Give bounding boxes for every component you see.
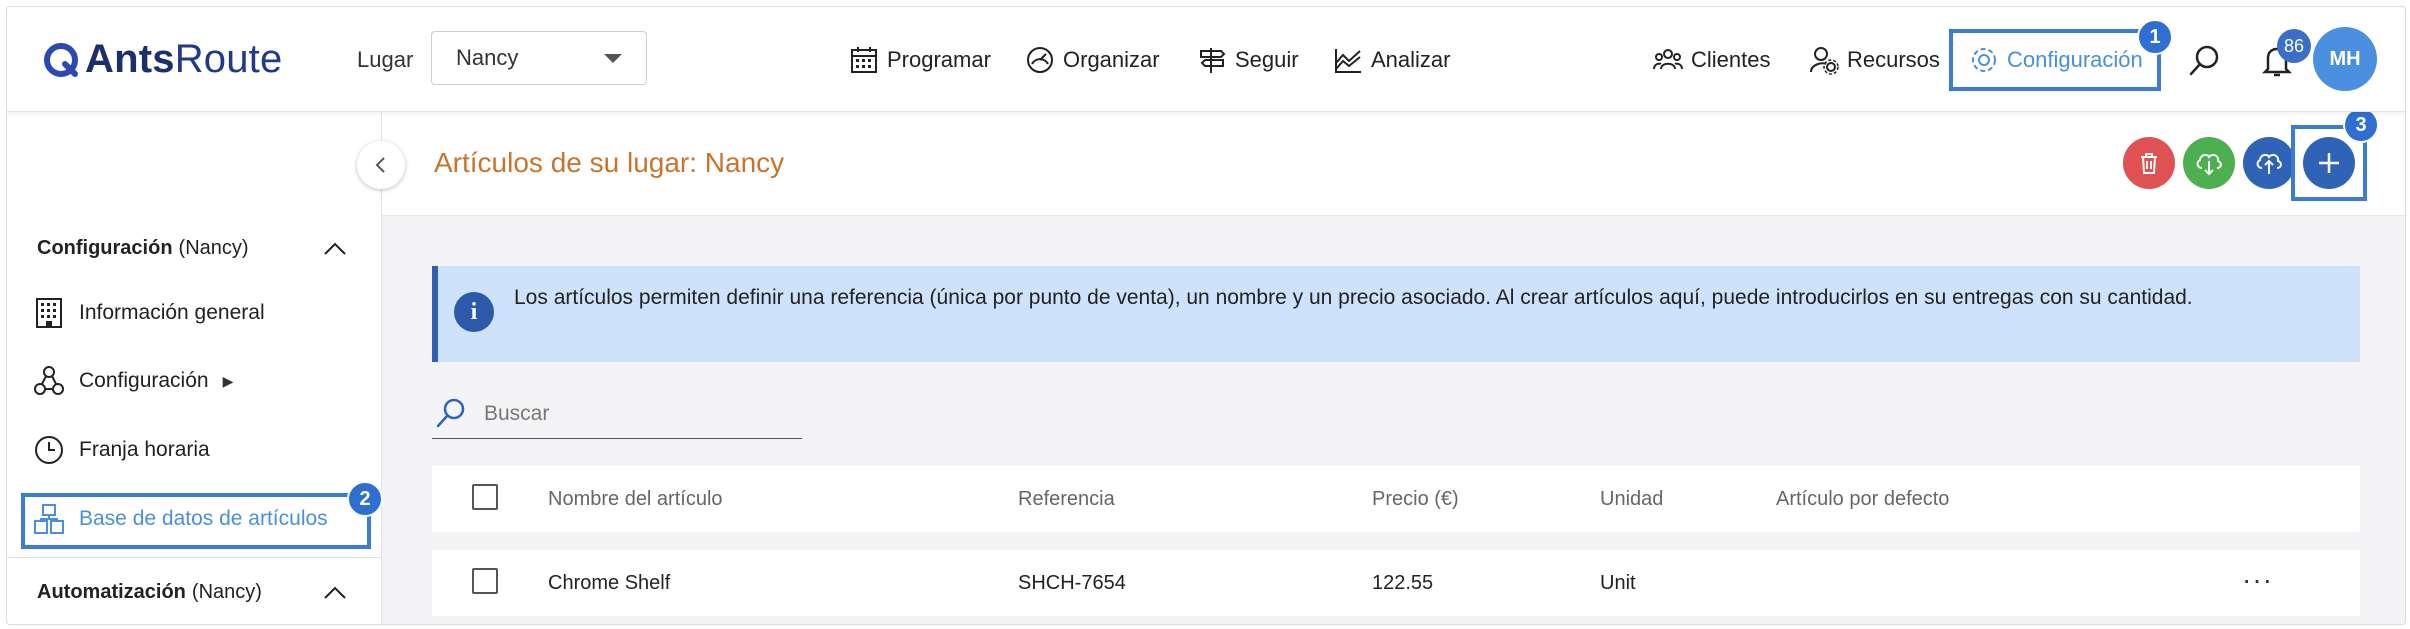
collapse-sidebar-button[interactable]: [357, 141, 405, 189]
highlight-box-base-de-datos: [21, 493, 371, 549]
upload-button[interactable]: [2243, 137, 2295, 189]
app-window: AntsRoute Lugar Nancy Programar Organiza…: [6, 6, 2406, 625]
sidebar-item-label: Configuración: [79, 369, 209, 392]
sidebar-divider: [7, 557, 381, 558]
nav-analizar[interactable]: Analizar: [1333, 45, 1450, 75]
search-placeholder: Buscar: [484, 402, 550, 425]
nav-clientes[interactable]: Clientes: [1653, 45, 1770, 75]
sidebar-section-configuracion[interactable]: Configuración (Nancy): [37, 237, 249, 260]
delete-button[interactable]: [2123, 137, 2175, 189]
sidebar-item-franja-horaria[interactable]: Franja horaria: [33, 434, 210, 466]
clock-icon: [35, 436, 63, 464]
sidebar: Configuración (Nancy) Información genera…: [7, 111, 383, 624]
callout-badge-1: 1: [2137, 19, 2173, 55]
more-actions-icon[interactable]: ···: [2242, 564, 2273, 596]
user-gear-icon: [1810, 47, 1839, 75]
row-checkbox[interactable]: [472, 568, 498, 594]
chart-icon: [1335, 49, 1361, 73]
table-header-row: Nombre del artículo Referencia Precio (€…: [432, 466, 2360, 532]
lugar-label: Lugar: [357, 47, 414, 72]
cell-nombre: Chrome Shelf: [548, 572, 671, 594]
antsroute-logo-icon: [44, 42, 78, 77]
select-all-checkbox[interactable]: [472, 484, 498, 510]
signpost-icon: [1200, 48, 1226, 73]
nav-seguir[interactable]: Seguir: [1197, 45, 1299, 75]
calendar-icon: [851, 47, 877, 73]
callout-badge-3: 3: [2343, 107, 2379, 143]
info-banner: i Los artículos permiten definir una ref…: [432, 266, 2360, 362]
avatar[interactable]: MH: [2313, 27, 2377, 91]
building-icon: [36, 298, 62, 328]
sidebar-section-automatizacion[interactable]: Automatización (Nancy): [37, 581, 262, 604]
search-input[interactable]: Buscar: [432, 384, 802, 439]
page-header: Artículos de su lugar: Nancy 3: [382, 107, 2405, 216]
lugar-select-value: Nancy: [456, 45, 519, 70]
download-button[interactable]: [2183, 137, 2235, 189]
search-icon: [2189, 45, 2219, 76]
sidebar-item-label: Información general: [79, 301, 265, 324]
nav-analizar-label: Analizar: [1371, 47, 1451, 72]
nav-organizar-label: Organizar: [1063, 47, 1160, 72]
nav-organizar[interactable]: Organizar: [1025, 45, 1160, 75]
nodes-icon: [34, 366, 64, 395]
nav-programar[interactable]: Programar: [849, 45, 991, 75]
column-header-unidad[interactable]: Unidad: [1600, 488, 1663, 511]
page-title: Artículos de su lugar: Nancy: [434, 147, 785, 178]
submenu-arrow-icon: ▶: [222, 372, 234, 389]
chevron-up-icon[interactable]: [323, 237, 347, 261]
callout-badge-2: 2: [347, 481, 383, 517]
main-content: i Los artículos permiten definir una ref…: [382, 216, 2405, 624]
lugar-select[interactable]: Nancy: [431, 31, 647, 85]
column-header-referencia[interactable]: Referencia: [1018, 488, 1115, 511]
chevron-up-icon[interactable]: [323, 581, 347, 605]
info-icon: i: [454, 292, 494, 332]
search-icon: [436, 398, 465, 428]
sidebar-section-context: (Nancy): [178, 237, 249, 259]
cloud-download-icon: [2196, 153, 2222, 176]
cloud-upload-icon: [2256, 153, 2282, 174]
nav-seguir-label: Seguir: [1235, 47, 1299, 72]
column-header-defecto[interactable]: Artículo por defecto: [1776, 488, 1949, 511]
sidebar-section-context: (Nancy): [191, 581, 262, 603]
sidebar-item-informacion-general[interactable]: Información general: [33, 297, 265, 329]
table-row[interactable]: Chrome Shelf SHCH-7654 122.55 Unit ···: [432, 550, 2360, 616]
nav-recursos[interactable]: Recursos: [1809, 45, 1940, 75]
column-header-nombre[interactable]: Nombre del artículo: [548, 488, 723, 511]
highlight-box-configuracion: [1949, 29, 2161, 91]
cell-precio: 122.55: [1372, 572, 1434, 594]
logo-text: AntsRoute: [85, 37, 283, 81]
nav-programar-label: Programar: [887, 47, 991, 72]
chevron-left-icon: [375, 157, 385, 173]
trash-icon: [2141, 153, 2157, 174]
cell-referencia: SHCH-7654: [1018, 572, 1126, 594]
cell-unidad: Unit: [1600, 572, 1636, 594]
gauge-icon: [1027, 47, 1053, 73]
sidebar-item-configuracion[interactable]: Configuración ▶: [33, 365, 233, 397]
column-header-precio[interactable]: Precio (€): [1372, 488, 1459, 511]
info-text: Los artículos permiten definir una refer…: [514, 286, 2193, 309]
search-button[interactable]: [2185, 41, 2225, 81]
sidebar-item-label: Franja horaria: [79, 438, 210, 461]
nav-recursos-label: Recursos: [1847, 47, 1940, 72]
chevron-down-icon: [604, 53, 622, 63]
users-icon: [1653, 49, 1683, 70]
nav-clientes-label: Clientes: [1691, 47, 1771, 72]
sidebar-section-title: Automatización: [37, 581, 186, 603]
notification-count-badge: 86: [2277, 29, 2311, 63]
sidebar-section-title: Configuración: [37, 237, 173, 259]
top-header: AntsRoute Lugar Nancy Programar Organiza…: [7, 7, 2405, 112]
logo[interactable]: AntsRoute: [43, 37, 282, 82]
